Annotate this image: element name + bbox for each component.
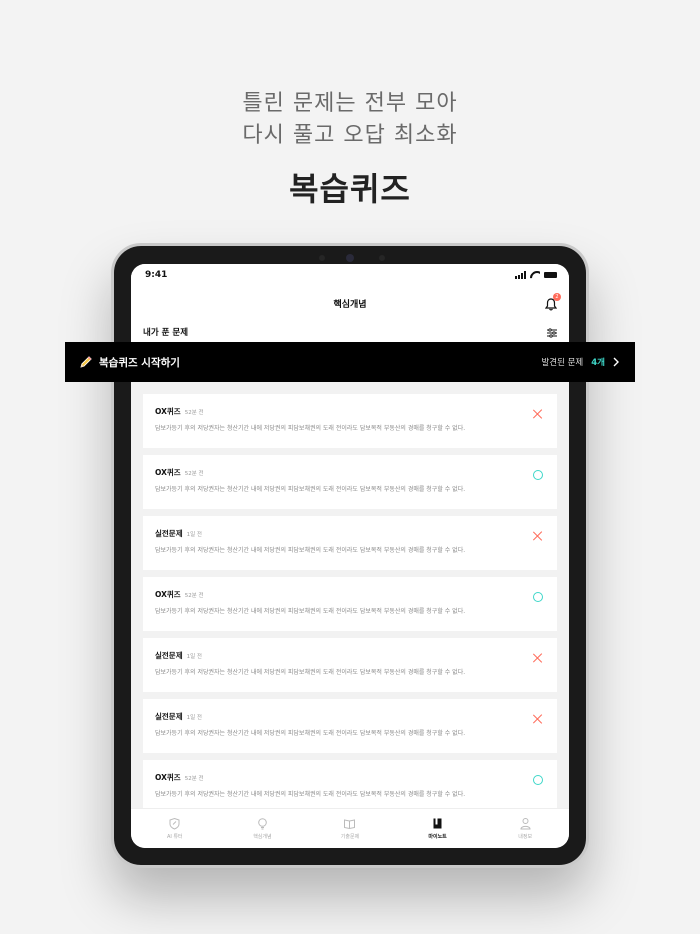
wrong-x-icon [533, 409, 543, 419]
banner-right: 발견된 문제 4개 [541, 356, 621, 368]
card-header: OX퀴즈 52분 전 [155, 772, 545, 783]
tab-person[interactable]: 내정보 [495, 817, 555, 840]
correct-o-icon [533, 775, 543, 785]
question-card[interactable]: OX퀴즈 52분 전담보가등기 후의 저당권자는 청산기간 내에 저당권의 피담보… [143, 760, 557, 814]
bell-icon[interactable]: 2 [544, 293, 561, 311]
shield-icon [169, 817, 180, 830]
battery-icon [544, 272, 557, 278]
question-text: 담보가등기 후의 저당권자는 청산기간 내에 저당권의 피담보채권의 도래 전이… [155, 547, 466, 554]
section-header: 내가 푼 문제 [131, 320, 569, 344]
wrong-x-icon [533, 531, 543, 541]
question-time: 52분 전 [184, 471, 204, 477]
wrong-x-icon [533, 714, 543, 724]
tab-label: 핵심개념 [253, 834, 272, 840]
question-type: OX퀴즈 [155, 590, 181, 599]
question-type: OX퀴즈 [155, 407, 181, 416]
tab-book[interactable]: 기출문제 [320, 817, 380, 840]
card-header: OX퀴즈 52분 전 [155, 467, 545, 478]
tab-label: 마이노트 [428, 834, 447, 840]
nav-title: 핵심개념 [333, 299, 367, 310]
correct-o-icon [533, 470, 543, 480]
wifi-icon [530, 271, 540, 279]
tab-bar: AI 튜터 핵심개념 기출문제 마이노트 내정보 [131, 808, 569, 848]
tab-note[interactable]: 마이노트 [408, 817, 468, 840]
sensor-dot [319, 255, 325, 261]
question-text: 담보가등기 후의 저당권자는 청산기간 내에 저당권의 피담보채권의 도래 전이… [155, 425, 466, 432]
headline-line2: 다시 풀고 오답 최소화 [242, 123, 458, 148]
question-type: OX퀴즈 [155, 773, 181, 782]
question-type: 실전문제 [155, 651, 183, 660]
question-text: 담보가등기 후의 저당권자는 청산기간 내에 저당권의 피담보채권의 도래 전이… [155, 730, 466, 737]
tab-shield[interactable]: AI 튜터 [145, 817, 205, 840]
headline-title: 복습퀴즈 [289, 170, 411, 208]
found-count: 4개 [591, 358, 605, 368]
question-card[interactable]: OX퀴즈 52분 전담보가등기 후의 저당권자는 청산기간 내에 저당권의 피담보… [143, 394, 557, 448]
filter-icon[interactable] [547, 323, 557, 342]
nav-bar: 핵심개념 2 [131, 286, 569, 320]
section-title: 내가 푼 문제 [143, 328, 189, 338]
card-header: 실전문제 1일 전 [155, 528, 545, 539]
status-time: 9:41 [145, 270, 168, 280]
question-text: 담보가등기 후의 저당권자는 청산기간 내에 저당권의 피담보채권의 도래 전이… [155, 791, 466, 798]
pencil-icon [80, 356, 92, 368]
question-type: OX퀴즈 [155, 468, 181, 477]
book-icon [344, 819, 356, 830]
question-time: 52분 전 [184, 776, 204, 782]
person-icon [520, 818, 531, 830]
ipad-frame: 9:41 핵심개념 2 내가 푼 문제 OX퀴즈 52분 전 담보가등기 후의 저당… [111, 243, 589, 868]
tab-label: 기출문제 [340, 834, 360, 840]
notification-badge: 2 [553, 293, 561, 301]
tab-lightbulb[interactable]: 핵심개념 [232, 817, 292, 840]
lightbulb-icon [258, 818, 267, 830]
question-card[interactable]: OX퀴즈 52분 전담보가등기 후의 저당권자는 청산기간 내에 저당권의 피담보… [143, 577, 557, 631]
tab-label: AI 튜터 [166, 834, 183, 840]
wrong-x-icon [533, 653, 543, 663]
banner-left: 복습퀴즈 시작하기 [79, 355, 180, 370]
question-time: 1일 전 [186, 532, 202, 538]
signal-icon [515, 271, 526, 279]
sensor-dot [379, 255, 385, 261]
question-time: 1일 전 [186, 654, 202, 660]
question-card[interactable]: OX퀴즈 52분 전담보가등기 후의 저당권자는 청산기간 내에 저당권의 피담보… [143, 455, 557, 509]
note-icon [433, 818, 442, 829]
question-type: 실전문제 [155, 712, 183, 721]
status-icons [515, 271, 557, 279]
question-time: 1일 전 [186, 715, 202, 721]
card-header: 실전문제 1일 전 [155, 650, 545, 661]
card-header: OX퀴즈 52분 전 [155, 589, 545, 600]
card-header: OX퀴즈 52분 전 [155, 406, 545, 417]
question-card[interactable]: 실전문제 1일 전담보가등기 후의 저당권자는 청산기간 내에 저당권의 피담보채… [143, 516, 557, 570]
card-header: 실전문제 1일 전 [155, 711, 545, 722]
correct-o-icon [533, 592, 543, 602]
question-time: 52분 전 [184, 593, 204, 599]
question-card[interactable]: 실전문제 1일 전담보가등기 후의 저당권자는 청산기간 내에 저당권의 피담보채… [143, 638, 557, 692]
tab-label: 내정보 [518, 834, 533, 840]
question-type: 실전문제 [155, 529, 183, 538]
question-card[interactable]: 실전문제 1일 전담보가등기 후의 저당권자는 청산기간 내에 저당권의 피담보채… [143, 699, 557, 753]
banner-label: 복습퀴즈 시작하기 [99, 356, 180, 369]
camera [346, 254, 354, 262]
chevron-right-icon [613, 357, 619, 367]
headline-line1: 틀린 문제는 전부 모아 [242, 91, 458, 116]
question-time: 52분 전 [184, 410, 204, 416]
question-text: 담보가등기 후의 저당권자는 청산기간 내에 저당권의 피담보채권의 도래 전이… [155, 608, 466, 615]
question-text: 담보가등기 후의 저당권자는 청산기간 내에 저당권의 피담보채권의 도래 전이… [155, 669, 466, 676]
question-text: 담보가등기 후의 저당권자는 청산기간 내에 저당권의 피담보채권의 도래 전이… [155, 486, 466, 493]
promo-headline: 틀린 문제는 전부 모아 다시 풀고 오답 최소화 복습퀴즈 [0, 88, 700, 210]
found-label: 발견된 문제 [541, 358, 584, 368]
question-list: OX퀴즈 52분 전 담보가등기 후의 저당권자는 청산기간 내에 저당권의 피담보… [143, 394, 557, 821]
review-quiz-start-button[interactable]: 복습퀴즈 시작하기 발견된 문제 4개 [65, 342, 635, 382]
status-bar: 9:41 [131, 264, 569, 286]
